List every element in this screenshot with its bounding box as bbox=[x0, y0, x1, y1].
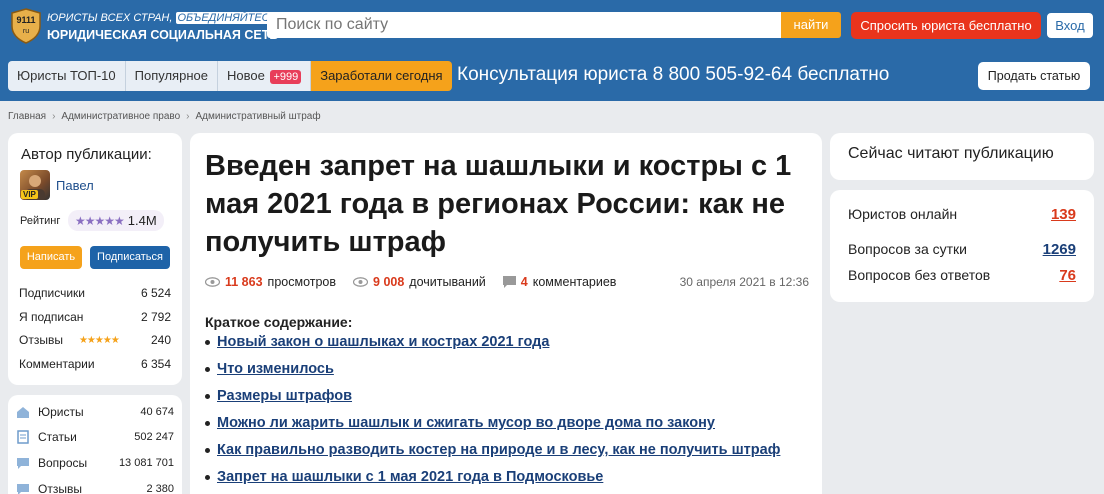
review-stars-icon: ★★★★★ bbox=[78, 334, 120, 346]
stat-lawyers-online[interactable]: Юристов онлайн 139 bbox=[848, 206, 1076, 223]
comment-icon bbox=[502, 276, 516, 288]
article-title: Введен запрет на шашлыки и костры с 1 ма… bbox=[205, 150, 792, 258]
author-stat-row[interactable]: Отзывы ★★★★★ 240 bbox=[19, 333, 171, 347]
sidebar-item-questions[interactable]: Вопросы 13 081 701 bbox=[16, 456, 174, 470]
article-card: Введен запрет на шашлыки и костры с 1 ма… bbox=[190, 133, 822, 494]
comments-stat[interactable]: 4 комментариев bbox=[502, 275, 616, 289]
subscribe-button[interactable]: Подписаться bbox=[90, 246, 170, 269]
article-meta: 11 863 просмотров 9 008 дочитываний 4 комме… bbox=[205, 275, 809, 289]
toc-link[interactable]: Размеры штрафов bbox=[205, 386, 780, 413]
stat-unanswered[interactable]: Вопросов без ответов 76 bbox=[848, 267, 1076, 284]
tab-earned-today[interactable]: Заработали сегодня bbox=[311, 61, 452, 91]
sidebar-item-articles[interactable]: Статьи 502 247 bbox=[16, 430, 174, 444]
author-stat-row[interactable]: Я подписан 2 792 bbox=[19, 310, 171, 324]
login-button[interactable]: Вход bbox=[1046, 12, 1094, 39]
rating-label: Рейтинг bbox=[20, 215, 61, 227]
search-button[interactable]: найти bbox=[781, 12, 841, 38]
chevron-right-icon: › bbox=[186, 111, 190, 122]
chevron-right-icon: › bbox=[52, 111, 56, 122]
author-stat-row[interactable]: Комментарии 6 354 bbox=[19, 357, 171, 371]
question-icon bbox=[17, 458, 29, 469]
reads-stat: 9 008 дочитываний bbox=[353, 275, 486, 289]
sidebar-nav: Юристы 40 674 Статьи 502 247 Вопросы 13 … bbox=[8, 395, 182, 494]
consult-phone-banner[interactable]: Консультация юриста 8 800 505-92-64 бесп… bbox=[457, 64, 889, 86]
eye-icon bbox=[353, 277, 369, 287]
breadcrumb-item[interactable]: Административный штраф bbox=[196, 111, 321, 122]
sidebar-item-lawyers[interactable]: Юристы 40 674 bbox=[16, 405, 174, 419]
breadcrumb: Главная › Административное право › Админ… bbox=[8, 111, 321, 122]
views-stat: 11 863 просмотров bbox=[205, 275, 336, 289]
svg-text:ru: ru bbox=[23, 28, 29, 35]
author-card: Автор публикации: VIP Павел Рейтинг ★★★★… bbox=[8, 133, 182, 385]
article-icon bbox=[17, 430, 29, 444]
ask-lawyer-button[interactable]: Спросить юриста бесплатно bbox=[851, 12, 1041, 39]
toc-link[interactable]: Что изменилось bbox=[205, 359, 780, 386]
toc-link[interactable]: Как правильно разводить костер на природ… bbox=[205, 440, 780, 467]
write-button[interactable]: Написать bbox=[20, 246, 82, 269]
table-of-contents: Новый закон о шашлыках и кострах 2021 го… bbox=[205, 332, 780, 494]
rating-badge: ★★★★★ 1.4M bbox=[68, 210, 164, 231]
author-stat-row[interactable]: Подписчики 6 524 bbox=[19, 286, 171, 300]
site-stats-card: Юристов онлайн 139 Вопросов за сутки 1269 … bbox=[830, 190, 1094, 302]
review-icon bbox=[17, 484, 29, 494]
toc-link[interactable]: Можно ли жарить шашлык и сжигать мусор в… bbox=[205, 413, 780, 440]
tab-new[interactable]: Новое +999 bbox=[217, 61, 312, 91]
publish-date: 30 апреля 2021 в 12:36 bbox=[679, 275, 809, 289]
home-icon bbox=[17, 407, 29, 418]
eye-icon bbox=[205, 277, 220, 287]
toc-title: Краткое содержание: bbox=[205, 314, 353, 330]
logo-shield-icon[interactable]: 9111 ru bbox=[10, 8, 42, 44]
sell-article-button[interactable]: Продать статью bbox=[978, 62, 1090, 90]
site-header: 9111 ru ЮРИСТЫ ВСЕХ СТРАН, ОБЪЕДИНЯЙТЕСЬ… bbox=[0, 0, 1104, 50]
nav-tabs: Юристы ТОП-10 Популярное Новое +999 Зара… bbox=[8, 61, 452, 91]
stat-questions-today[interactable]: Вопросов за сутки 1269 bbox=[848, 241, 1076, 258]
breadcrumb-item[interactable]: Главная bbox=[8, 111, 46, 122]
author-card-title: Автор публикации: bbox=[21, 146, 152, 163]
toc-link[interactable]: Запрет на шашлыки с 1 мая 2021 года в По… bbox=[205, 467, 780, 494]
author-name[interactable]: Павел bbox=[56, 178, 94, 193]
toc-link[interactable]: Новый закон о шашлыках и кострах 2021 го… bbox=[205, 332, 780, 359]
search-input[interactable] bbox=[267, 12, 781, 38]
vip-badge: VIP bbox=[21, 190, 38, 199]
site-tagline: ЮРИСТЫ ВСЕХ СТРАН, ОБЪЕДИНЯЙТЕСЬ! bbox=[47, 12, 282, 24]
rating-value: 1.4M bbox=[127, 213, 157, 228]
svg-text:9111: 9111 bbox=[16, 15, 35, 25]
reading-now-card: Сейчас читают публикацию bbox=[830, 133, 1094, 180]
rating-stars-icon: ★★★★★ bbox=[75, 213, 125, 228]
sidebar-item-reviews[interactable]: Отзывы 2 380 bbox=[16, 482, 174, 494]
site-name[interactable]: ЮРИДИЧЕСКАЯ СОЦИАЛЬНАЯ СЕТЬ bbox=[47, 28, 278, 42]
new-count-badge: +999 bbox=[270, 70, 302, 84]
tab-top-lawyers[interactable]: Юристы ТОП-10 bbox=[8, 61, 126, 91]
tab-popular[interactable]: Популярное bbox=[125, 61, 218, 91]
reading-now-label: Сейчас читают публикацию bbox=[848, 145, 1054, 162]
breadcrumb-item[interactable]: Административное право bbox=[61, 111, 180, 122]
